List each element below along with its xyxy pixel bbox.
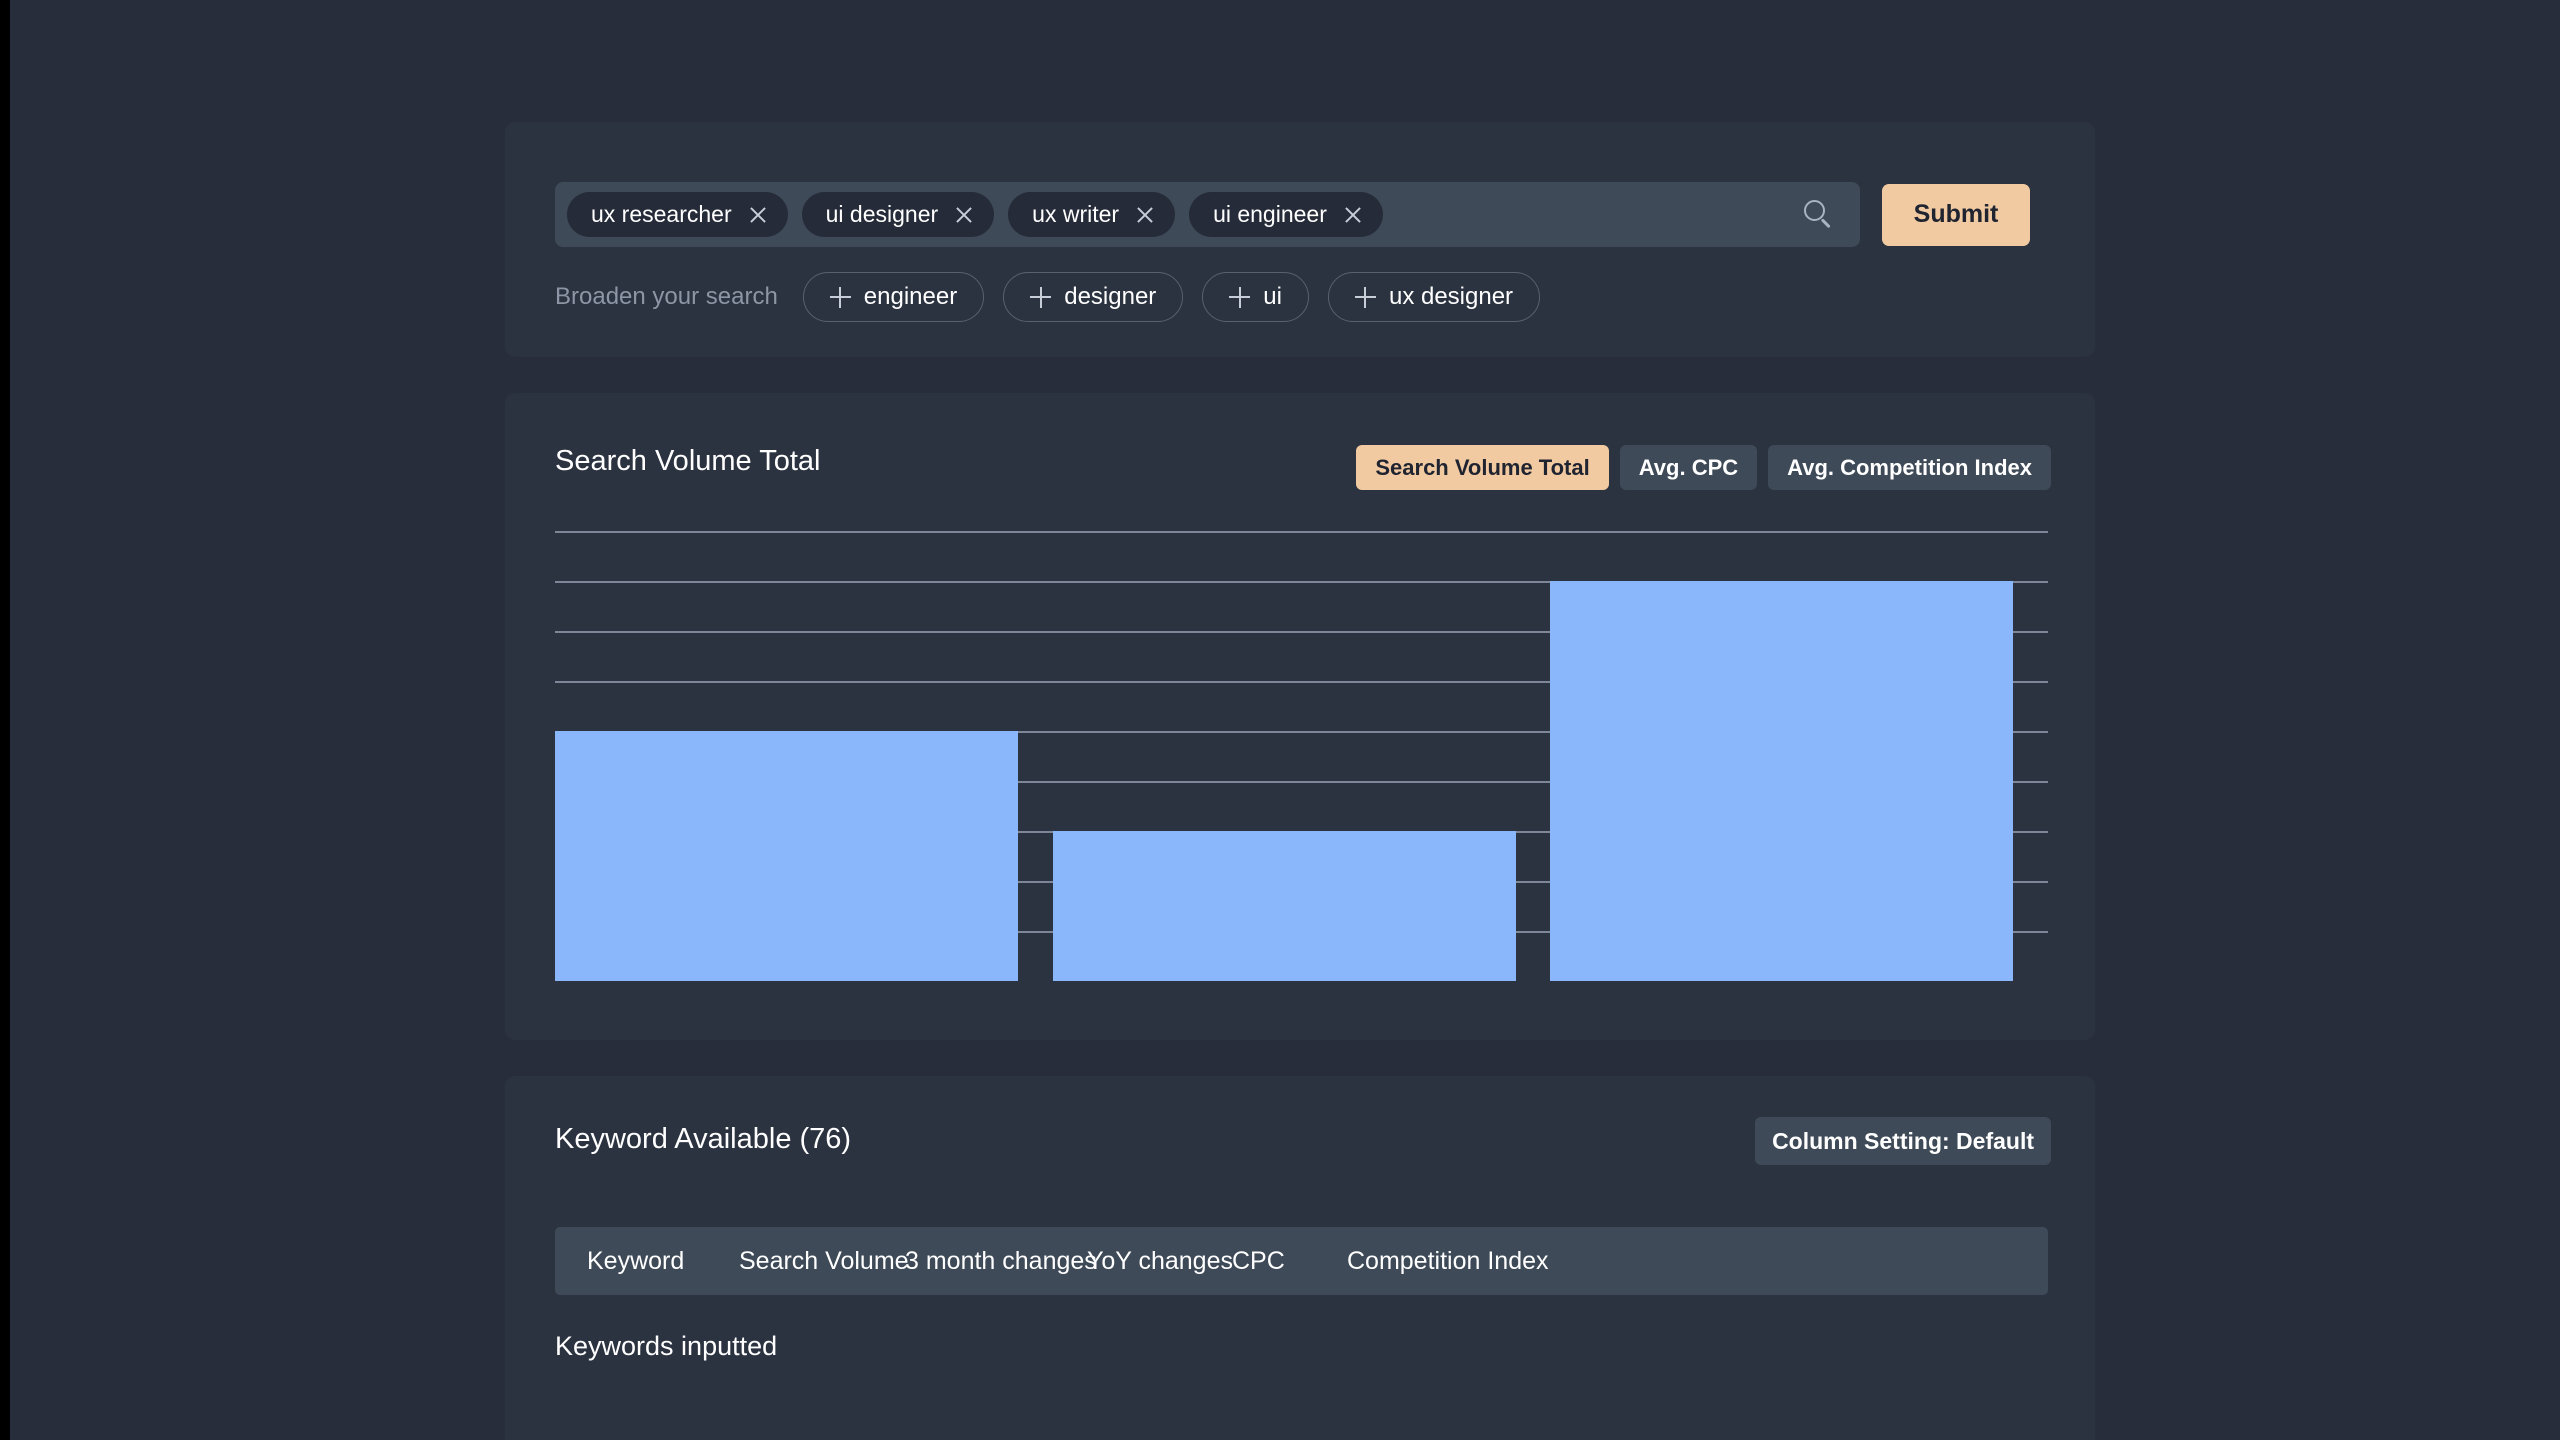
column-header-search-volume[interactable]: Search Volume: [739, 1247, 909, 1276]
broaden-search-row: Broaden your search engineer designer ui…: [555, 272, 1541, 322]
keyword-available-title: Keyword Available (76): [555, 1123, 852, 1155]
plus-icon: [829, 286, 851, 308]
suggestion-pill-designer[interactable]: designer: [1003, 272, 1184, 322]
chart-panel: Search Volume Total Search Volume Total …: [505, 393, 2095, 1040]
metric-toggle-group: Search Volume Total Avg. CPC Avg. Compet…: [1356, 445, 2051, 490]
chart-bar[interactable]: [1550, 581, 2013, 981]
submit-button[interactable]: Submit: [1882, 183, 2030, 246]
keyword-table-panel: Keyword Available (76) Column Setting: D…: [505, 1076, 2095, 1440]
suggestion-label: ux designer: [1388, 283, 1514, 310]
suggestion-label: engineer: [863, 283, 958, 310]
metric-tab-search-volume-total[interactable]: Search Volume Total: [1356, 445, 1609, 490]
plus-icon: [1030, 286, 1052, 308]
app-page: ux researcher ui designer ux writer ui e…: [10, 0, 2560, 1440]
search-row: ux researcher ui designer ux writer ui e…: [555, 182, 2030, 247]
column-header-cpc[interactable]: CPC: [1232, 1247, 1347, 1276]
chart-gridline: [555, 531, 2048, 533]
search-panel: ux researcher ui designer ux writer ui e…: [505, 122, 2095, 357]
keyword-chip-label: ux writer: [1032, 201, 1120, 227]
table-header-row: Keyword Search Volume 3 month changes Yo…: [555, 1227, 2048, 1295]
column-setting-button[interactable]: Column Setting: Default: [1755, 1117, 2051, 1165]
keyword-chip[interactable]: ux writer: [1008, 192, 1176, 237]
column-header-keyword[interactable]: Keyword: [587, 1247, 739, 1276]
bar-chart-plot: [555, 531, 2048, 981]
search-input[interactable]: ux researcher ui designer ux writer ui e…: [555, 182, 1860, 247]
suggestion-label: designer: [1064, 283, 1157, 310]
keywords-inputted-label: Keywords inputted: [555, 1331, 778, 1361]
chart-bar[interactable]: [555, 731, 1018, 981]
broaden-search-label: Broaden your search: [555, 283, 778, 310]
plus-icon: [1229, 286, 1251, 308]
keyword-chip[interactable]: ui designer: [801, 192, 995, 237]
chart-bar[interactable]: [1053, 831, 1516, 981]
close-icon[interactable]: [954, 205, 974, 225]
close-icon[interactable]: [1135, 205, 1155, 225]
column-header-3-month-changes[interactable]: 3 month changes: [905, 1247, 1097, 1276]
keyword-chip[interactable]: ui engineer: [1189, 192, 1383, 237]
suggestion-label: ui: [1263, 283, 1282, 310]
keyword-chip-label: ui engineer: [1213, 201, 1327, 227]
search-icon[interactable]: [1804, 199, 1834, 230]
metric-tab-avg-cpc[interactable]: Avg. CPC: [1619, 445, 1758, 490]
metric-tab-avg-competition-index[interactable]: Avg. Competition Index: [1768, 445, 2051, 490]
suggestion-pill-ui[interactable]: ui: [1202, 272, 1309, 322]
chart-title: Search Volume Total: [555, 445, 821, 477]
keyword-chip-label: ux researcher: [591, 201, 732, 227]
plus-icon: [1354, 286, 1376, 308]
close-icon[interactable]: [748, 205, 768, 225]
search-icon-handle: [1821, 217, 1831, 228]
suggestion-pill-engineer[interactable]: engineer: [802, 272, 985, 322]
search-icon-ring: [1804, 199, 1825, 221]
keyword-chip-label: ui designer: [825, 201, 939, 227]
keyword-chip[interactable]: ux researcher: [567, 192, 788, 237]
column-header-competition-index[interactable]: Competition Index: [1347, 1247, 1549, 1276]
close-icon[interactable]: [1343, 205, 1363, 225]
column-header-yoy-changes[interactable]: YoY changes: [1087, 1247, 1233, 1276]
suggestion-pill-ux-designer[interactable]: ux designer: [1327, 272, 1541, 322]
